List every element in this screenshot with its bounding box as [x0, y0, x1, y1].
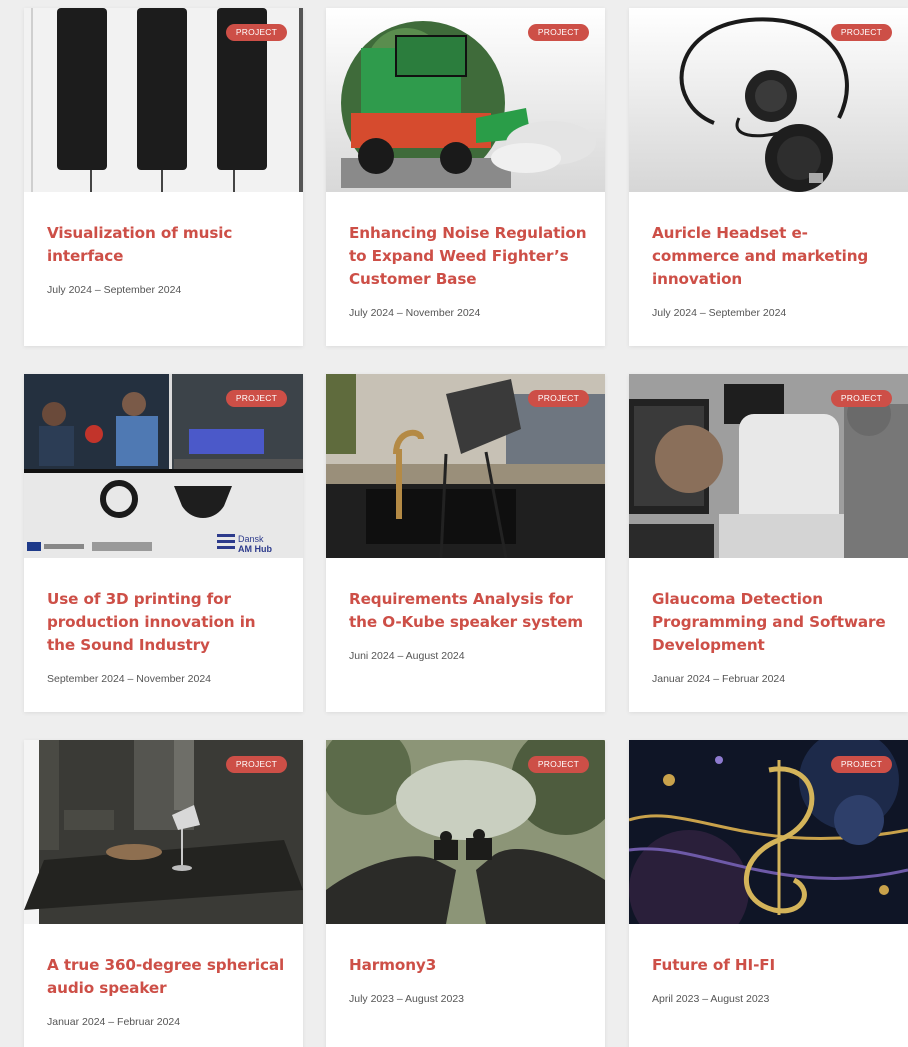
- project-date: July 2024 – November 2024: [349, 307, 481, 319]
- project-date: Juni 2024 – August 2024: [349, 650, 465, 662]
- project-badge: PROJECT: [527, 390, 589, 407]
- project-badge: PROJECT: [225, 24, 287, 41]
- project-title[interactable]: Enhancing Noise Regulation to Expand Wee…: [349, 222, 587, 291]
- am-hub-logo-text-2: AM Hub: [238, 544, 272, 554]
- project-title[interactable]: Visualization of music interface: [47, 222, 285, 268]
- project-card[interactable]: PROJECT Glaucoma Detection Programming a…: [629, 374, 908, 712]
- project-date: April 2023 – August 2023: [652, 993, 770, 1005]
- project-badge: PROJECT: [225, 390, 287, 407]
- project-card[interactable]: PROJECT Harmony3 July 2023 – August 2023: [326, 740, 605, 1047]
- project-title[interactable]: Future of HI-FI: [652, 954, 890, 977]
- project-badge: PROJECT: [830, 390, 892, 407]
- project-title[interactable]: A true 360-degree spherical audio speake…: [47, 954, 285, 1000]
- project-title[interactable]: Harmony3: [349, 954, 587, 977]
- project-badge: PROJECT: [225, 756, 287, 773]
- project-card[interactable]: Dansk AM Hub PROJECT Use of 3D printing …: [24, 374, 303, 712]
- project-date: July 2023 – August 2023: [349, 993, 465, 1005]
- project-date: July 2024 – September 2024: [652, 307, 787, 319]
- project-title[interactable]: Auricle Headset e-commerce and marketing…: [652, 222, 890, 291]
- project-card[interactable]: PROJECT Future of HI-FI April 2023 – Aug…: [629, 740, 908, 1047]
- project-badge: PROJECT: [527, 756, 589, 773]
- project-badge: PROJECT: [527, 24, 589, 41]
- project-date: September 2024 – November 2024: [47, 673, 212, 685]
- project-card[interactable]: PROJECT Enhancing Noise Regulation to Ex…: [326, 8, 605, 346]
- project-badge: PROJECT: [830, 756, 892, 773]
- project-card[interactable]: PROJECT Auricle Headset e-commerce and m…: [629, 8, 908, 346]
- project-badge: PROJECT: [830, 24, 892, 41]
- project-date: Januar 2024 – Februar 2024: [47, 1016, 181, 1028]
- project-card[interactable]: PROJECT Visualization of music interface…: [24, 8, 303, 346]
- project-title[interactable]: Requirements Analysis for the O-Kube spe…: [349, 588, 587, 634]
- project-date: July 2024 – September 2024: [47, 284, 182, 296]
- project-card[interactable]: PROJECT A true 360-degree spherical audi…: [24, 740, 303, 1047]
- project-date: Januar 2024 – Februar 2024: [652, 673, 786, 685]
- project-card[interactable]: PROJECT Requirements Analysis for the O-…: [326, 374, 605, 712]
- project-grid: PROJECT Visualization of music interface…: [0, 0, 908, 1047]
- project-title[interactable]: Use of 3D printing for production innova…: [47, 588, 285, 657]
- am-hub-logo-text: Dansk: [238, 534, 264, 544]
- project-title[interactable]: Glaucoma Detection Programming and Softw…: [652, 588, 890, 657]
